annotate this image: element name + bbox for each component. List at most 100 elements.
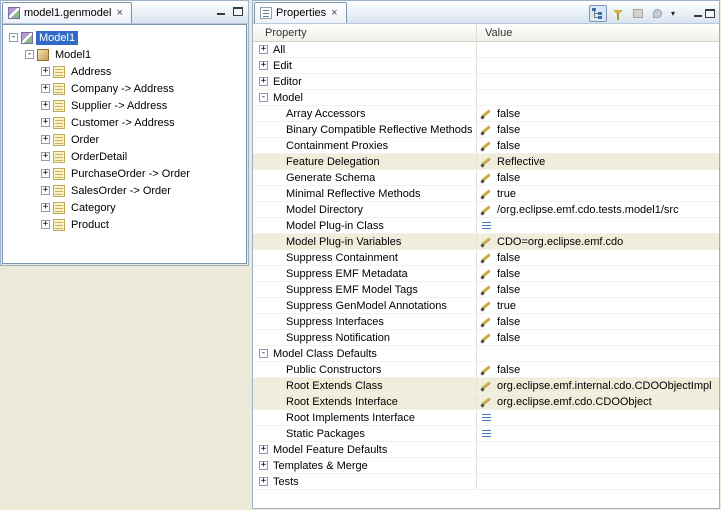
property-category-row[interactable]: + Tests <box>253 474 719 490</box>
value-cell[interactable]: CDO=org.eclipse.emf.cdo <box>477 234 719 249</box>
property-row[interactable]: Suppress EMF Metadata false <box>253 266 719 282</box>
property-row[interactable]: Root Extends Interface org.eclipse.emf.c… <box>253 394 719 410</box>
value-cell[interactable]: true <box>477 298 719 313</box>
property-row[interactable]: Minimal Reflective Methods true <box>253 186 719 202</box>
tree-item-root[interactable]: - Model1 <box>3 29 246 46</box>
tree-item-class[interactable]: + Supplier -> Address <box>3 97 246 114</box>
tree-item-class[interactable]: + Product <box>3 216 246 233</box>
property-category-row[interactable]: + Templates & Merge <box>253 458 719 474</box>
value-cell[interactable] <box>477 410 719 425</box>
expand-icon[interactable]: + <box>41 203 50 212</box>
row-label: Public Constructors <box>286 364 381 376</box>
tree-item-label: Product <box>68 218 112 232</box>
value-cell[interactable] <box>477 218 719 233</box>
value-cell[interactable]: true <box>477 186 719 201</box>
show-categories-button[interactable] <box>589 5 607 22</box>
value-cell[interactable] <box>477 426 719 441</box>
restore-default-value-button[interactable] <box>629 5 647 22</box>
expander-icon[interactable]: + <box>259 461 268 470</box>
value-cell[interactable]: false <box>477 138 719 153</box>
view-menu-icon[interactable]: ▾ <box>669 9 679 18</box>
property-category-row[interactable]: - Model Class Defaults <box>253 346 719 362</box>
property-row[interactable]: Feature Delegation Reflective <box>253 154 719 170</box>
tree-item-class[interactable]: + OrderDetail <box>3 148 246 165</box>
tree-item-label: Company -> Address <box>68 82 177 96</box>
expander-icon[interactable]: + <box>259 445 268 454</box>
value-cell[interactable]: false <box>477 330 719 345</box>
property-row[interactable]: Suppress Notification false <box>253 330 719 346</box>
value-cell[interactable]: false <box>477 170 719 185</box>
column-header-property[interactable]: Property <box>253 24 477 41</box>
minimize-icon[interactable] <box>216 7 226 16</box>
tree-item-package[interactable]: - Model1 <box>3 46 246 63</box>
property-row[interactable]: Array Accessors false <box>253 106 719 122</box>
collapse-icon[interactable]: - <box>25 50 34 59</box>
property-row[interactable]: Static Packages <box>253 426 719 442</box>
editor-tab-genmodel[interactable]: model1.genmodel × <box>2 2 132 23</box>
collapse-icon[interactable]: - <box>9 33 18 42</box>
property-row[interactable]: Containment Proxies false <box>253 138 719 154</box>
maximize-icon[interactable] <box>705 9 715 18</box>
expand-icon[interactable]: + <box>41 67 50 76</box>
property-row[interactable]: Generate Schema false <box>253 170 719 186</box>
expander-icon[interactable]: + <box>259 77 268 86</box>
property-row[interactable]: Suppress Interfaces false <box>253 314 719 330</box>
expander-icon[interactable]: - <box>259 93 268 102</box>
expand-icon[interactable]: + <box>41 118 50 127</box>
value-cell[interactable]: false <box>477 266 719 281</box>
column-header-value[interactable]: Value <box>477 24 719 41</box>
maximize-icon[interactable] <box>233 7 243 16</box>
property-cell: Model Directory <box>253 202 477 217</box>
tree-item-class[interactable]: + Customer -> Address <box>3 114 246 131</box>
expander-icon[interactable]: + <box>259 61 268 70</box>
property-category-row[interactable]: + Editor <box>253 74 719 90</box>
expand-icon[interactable]: + <box>41 220 50 229</box>
show-advanced-properties-button[interactable] <box>609 5 627 22</box>
property-category-row[interactable]: + Model Feature Defaults <box>253 442 719 458</box>
tree-item-class[interactable]: + SalesOrder -> Order <box>3 182 246 199</box>
property-row[interactable]: Root Extends Class org.eclipse.emf.inter… <box>253 378 719 394</box>
property-row[interactable]: Model Plug-in Variables CDO=org.eclipse.… <box>253 234 719 250</box>
close-icon[interactable]: × <box>115 8 123 18</box>
property-row[interactable]: Suppress EMF Model Tags false <box>253 282 719 298</box>
property-category-row[interactable]: + Edit <box>253 58 719 74</box>
value-cell[interactable]: false <box>477 106 719 121</box>
value-cell[interactable]: /org.eclipse.emf.cdo.tests.model1/src <box>477 202 719 217</box>
minimize-icon[interactable] <box>693 9 703 18</box>
tree-item-class[interactable]: + Company -> Address <box>3 80 246 97</box>
property-category-row[interactable]: - Model <box>253 90 719 106</box>
expand-icon[interactable]: + <box>41 135 50 144</box>
tree-item-class[interactable]: + PurchaseOrder -> Order <box>3 165 246 182</box>
expander-icon[interactable]: + <box>259 477 268 486</box>
value-cell[interactable]: false <box>477 122 719 137</box>
value-cell[interactable]: false <box>477 282 719 297</box>
expand-icon[interactable]: + <box>41 84 50 93</box>
value-cell[interactable]: false <box>477 250 719 265</box>
value-cell[interactable]: false <box>477 314 719 329</box>
value-cell[interactable]: org.eclipse.emf.internal.cdo.CDOObjectIm… <box>477 378 719 393</box>
property-category-row[interactable]: + All <box>253 42 719 58</box>
property-row[interactable]: Model Plug-in Class <box>253 218 719 234</box>
pin-button[interactable] <box>649 5 667 22</box>
property-row[interactable]: Root Implements Interface <box>253 410 719 426</box>
expand-icon[interactable]: + <box>41 186 50 195</box>
property-row[interactable]: Suppress Containment false <box>253 250 719 266</box>
close-icon[interactable]: × <box>330 8 338 18</box>
property-row[interactable]: Binary Compatible Reflective Methods fal… <box>253 122 719 138</box>
expander-icon[interactable]: - <box>259 349 268 358</box>
property-row[interactable]: Suppress GenModel Annotations true <box>253 298 719 314</box>
tree-item-class[interactable]: + Order <box>3 131 246 148</box>
value-cell[interactable]: org.eclipse.emf.cdo.CDOObject <box>477 394 719 409</box>
expander-icon[interactable]: + <box>259 45 268 54</box>
properties-tab[interactable]: Properties × <box>254 2 347 23</box>
property-row[interactable]: Model Directory /org.eclipse.emf.cdo.tes… <box>253 202 719 218</box>
value-cell[interactable]: Reflective <box>477 154 719 169</box>
expand-icon[interactable]: + <box>41 101 50 110</box>
class-icon <box>53 83 65 95</box>
property-row[interactable]: Public Constructors false <box>253 362 719 378</box>
expand-icon[interactable]: + <box>41 152 50 161</box>
expand-icon[interactable]: + <box>41 169 50 178</box>
tree-item-class[interactable]: + Address <box>3 63 246 80</box>
value-cell[interactable]: false <box>477 362 719 377</box>
tree-item-class[interactable]: + Category <box>3 199 246 216</box>
